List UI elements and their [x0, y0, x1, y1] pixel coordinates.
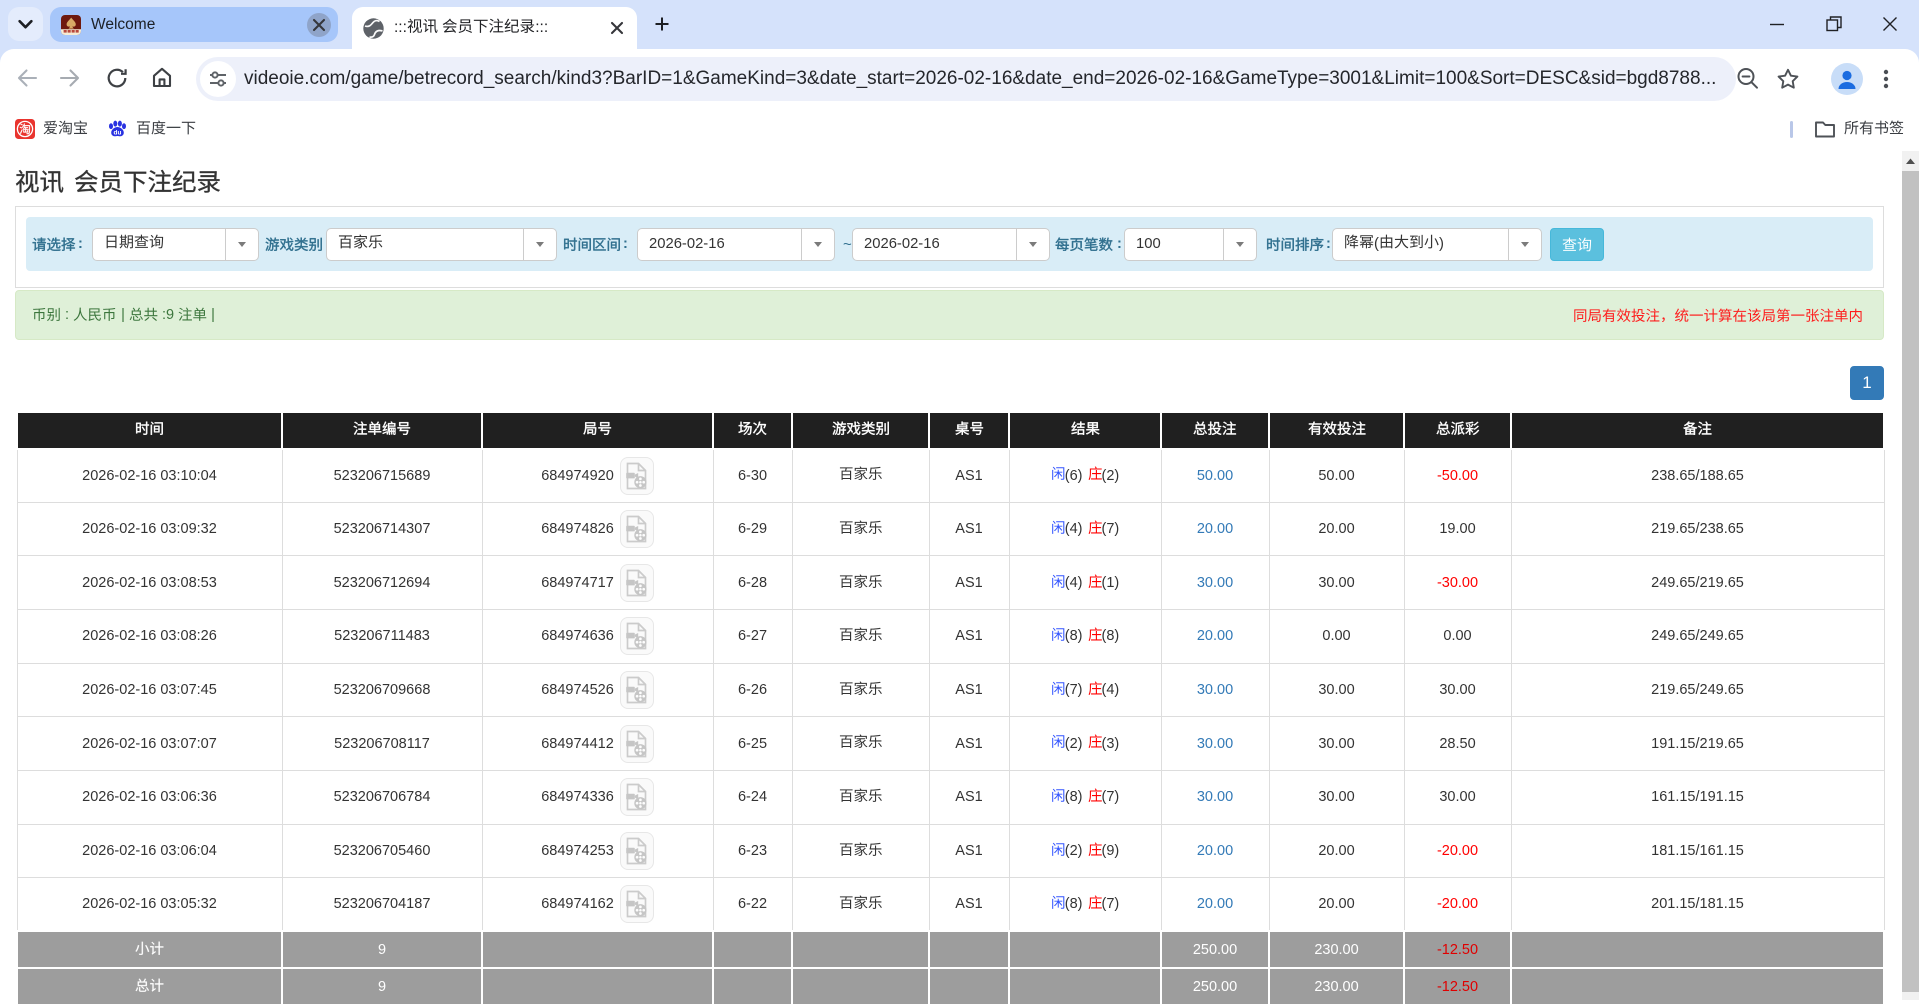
- svg-text:du: du: [114, 129, 122, 136]
